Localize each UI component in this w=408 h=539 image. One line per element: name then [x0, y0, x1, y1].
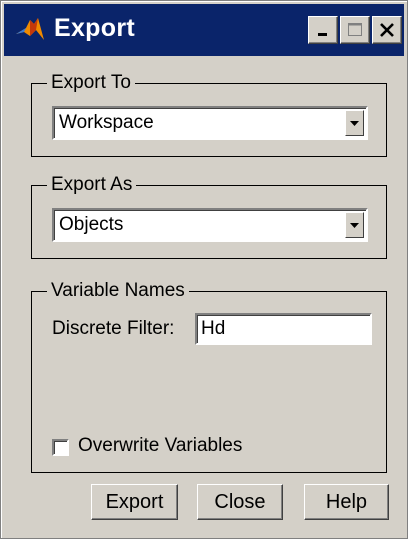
minimize-button[interactable]: [308, 16, 338, 44]
overwrite-variables-label[interactable]: Overwrite Variables: [78, 435, 242, 457]
discrete-filter-label: Discrete Filter:: [52, 318, 175, 339]
export-to-select[interactable]: Workspace: [52, 106, 368, 140]
export-to-value: Workspace: [59, 112, 154, 133]
export-as-select[interactable]: Objects: [52, 208, 368, 242]
close-icon: [379, 22, 395, 38]
window-title: Export: [54, 14, 135, 42]
close-button[interactable]: Close: [197, 484, 283, 520]
maximize-icon: [347, 22, 363, 38]
export-dialog: Export Export To Workspace Export As Obj…: [0, 0, 408, 539]
chevron-down-icon: [350, 114, 359, 132]
variable-names-group: Variable Names Discrete Filter: Overwrit…: [31, 279, 387, 473]
help-button[interactable]: Help: [304, 484, 389, 520]
matlab-icon: [14, 16, 46, 44]
overwrite-variables-checkbox[interactable]: [52, 439, 69, 456]
export-as-dropdown-button[interactable]: [345, 212, 364, 238]
export-to-group: Export To Workspace: [31, 71, 387, 157]
export-to-label: Export To: [47, 71, 135, 95]
export-as-group: Export As Objects: [31, 173, 387, 259]
maximize-button[interactable]: [340, 16, 370, 44]
export-as-value: Objects: [59, 214, 124, 235]
close-window-button[interactable]: [372, 16, 402, 44]
title-bar[interactable]: Export: [4, 4, 404, 56]
minimize-icon: [316, 23, 330, 37]
variable-names-label: Variable Names: [47, 279, 189, 303]
chevron-down-icon: [350, 216, 359, 234]
discrete-filter-input[interactable]: [195, 313, 372, 345]
export-to-dropdown-button[interactable]: [345, 110, 364, 136]
export-button[interactable]: Export: [91, 484, 178, 520]
export-as-label: Export As: [47, 173, 137, 197]
